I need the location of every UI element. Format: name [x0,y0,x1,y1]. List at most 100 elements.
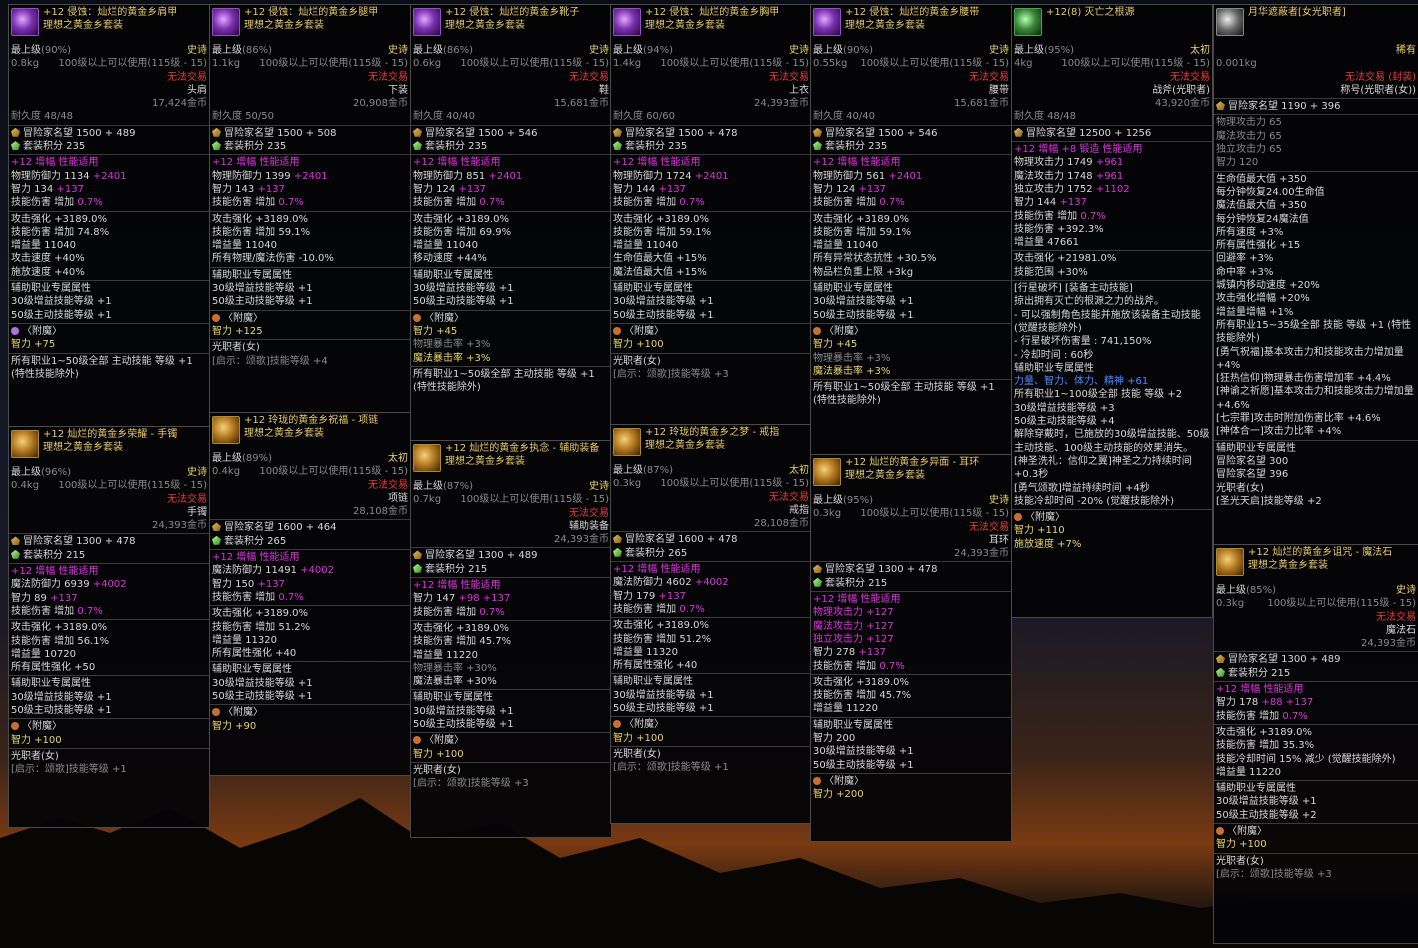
set-points-value: 套装积分 235 [224,141,287,153]
footer-line: 光职者(女) [212,342,260,354]
divider [811,379,1011,381]
item-tooltip[interactable]: +12 侵蚀：灿烂的黄金乡腿甲 理想之黄金乡套装 最上级(86%) 史诗 1.1kg 10… [209,4,411,414]
attribute-text: 独立攻击力 1752 [1014,183,1096,195]
weight-row: 0.4kg 100级以上可以使用(115级 - 15) [210,465,410,478]
title-icon[interactable] [1216,8,1244,36]
aux-line: 30级增益技能等级 +1 [613,296,714,308]
enchant-line: 魔法暴击率 +3% [413,352,491,364]
fame-crest-icon [413,550,422,560]
stat-line: 增益量 11040 [11,240,76,252]
fame-crest-icon [813,564,822,574]
attribute-text: +12 增幅 性能适用 [413,580,501,592]
attribute-text: +12 增幅 性能适用 [813,594,901,606]
slot-type: 戒指 [789,504,809,516]
divider [1214,114,1418,116]
divider [9,154,209,156]
weight-row: 0.3kg 100级以上可以使用(115级 - 15) [811,507,1011,520]
divider [811,124,1011,126]
grade-group: 最上级(94%) [613,44,673,57]
attribute-bonus: 0.7% [879,197,905,209]
stat-line: 所有属性强化 +40 [212,648,297,660]
fame-crest-icon [212,127,221,137]
attribute-bonus: 0.7% [479,197,505,209]
attribute-line: 魔法攻击力 +127 [811,620,1011,633]
trade-restriction: 无法交易 [368,71,408,83]
aux-line: 所有职业1~100级全部 技能 等级 +2 [1014,389,1183,401]
aux-header: 辅助职业专属属性 [11,283,91,295]
enchant-orb-icon [613,326,621,335]
item-tooltip[interactable]: +12 灿烂的黄金乡异面 - 耳环 理想之黄金乡套装 最上级(95%) 史诗 0.3kg… [810,454,1012,842]
fame-line: 冒险家名望 1600 + 478 [611,533,811,546]
set-name: 理想之黄金乡套装 [244,428,324,440]
attribute-bonus: +98 +137 [458,593,511,605]
attribute-bonus: +2401 [92,170,127,182]
enchant-header: 〈附魔〉 [9,720,209,733]
enchant-line: 魔法暴击率 +3% [813,365,891,377]
purple-belt-icon[interactable] [813,8,841,36]
green-weapon-icon[interactable] [1014,8,1042,36]
divider [411,154,611,156]
price-row: 24,393金币 [611,97,811,110]
weight-row: 0.4kg 100级以上可以使用(115级 - 15) [9,479,209,492]
item-tooltip[interactable]: +12 灿烂的黄金乡执念 - 辅助装备 理想之黄金乡套装 最上级(87%) 史诗 0.7… [410,440,612,838]
slot-type: 辅助装备 [569,520,609,532]
attribute-bonus: +137 [858,183,886,195]
slot-row: 称号(光职者(女)) [1214,84,1418,97]
item-tooltip[interactable]: +12 侵蚀：灿烂的黄金乡肩甲 理想之黄金乡套装 最上级(90%) 史诗 0.8kg 10… [8,4,210,428]
item-tooltip[interactable]: +12 侵蚀：灿烂的黄金乡胸甲 理想之黄金乡套装 最上级(94%) 史诗 1.4kg 10… [610,4,812,426]
grade-row: 最上级(85%) 史诗 [1214,584,1418,597]
grade-percent: (90%) [41,45,72,56]
grade-row: 最上级(90%) 史诗 [9,44,209,57]
aux-line: 50级主动技能等级 +1 [11,705,112,717]
aux-line: 冒险家名望 396 [1216,469,1289,481]
stat-line: 增益量 11220 [1216,766,1281,778]
set-points-value: 套装积分 215 [1228,667,1291,679]
aux-line: [圣光天启]技能等级 +2 [1216,495,1322,507]
item-tooltip[interactable]: +12(8) 灭亡之根源 最上级(95%) 太初 4kg 100级以上可以使用(115级… [1011,4,1213,618]
purple-shoulder-icon[interactable] [11,8,39,36]
purple-boots-icon[interactable] [413,8,441,36]
divider [210,339,410,341]
golden-bracelet-icon[interactable] [11,430,39,458]
item-tooltip[interactable]: +12 灿烂的黄金乡诅咒 - 魔法石 理想之黄金乡套装 最上级(85%) 史诗 0.3k… [1213,544,1418,944]
rarity-label: 太初 [789,465,809,476]
attribute-text: 智力 120 [1216,157,1259,169]
item-tooltip[interactable]: +12 玲珑的黄金乡祝福 - 项链 理想之黄金乡套装 最上级(89%) 太初 0.4kg… [209,412,411,776]
price-row: 24,393金币 [1214,637,1418,650]
slot-row: 上衣 [611,84,811,97]
divider [811,673,1011,675]
item-tooltip[interactable]: +12 灿烂的黄金乡荣耀 - 手镯 理想之黄金乡套装 最上级(96%) 史诗 0.4kg… [8,426,210,828]
item-tooltip[interactable]: +12 玲珑的黄金乡之梦 - 戒指 理想之黄金乡套装 最上级(87%) 太初 0.3kg… [610,424,812,824]
purple-chest-icon[interactable] [613,8,641,36]
divider [611,280,811,282]
attribute-bonus: 0.7% [879,660,905,672]
grade-group: 最上级(87%) [413,480,473,493]
gold-relic-icon[interactable] [413,444,441,472]
gold-necklace-icon[interactable] [212,416,240,444]
grade-percent: (90%) [843,45,874,56]
item-tooltip[interactable]: +12 侵蚀：灿烂的黄金乡腰带 理想之黄金乡套装 最上级(90%) 史诗 0.55kg 1… [810,4,1012,456]
enchant-header: 〈附魔〉 [411,312,611,325]
rarity-label: 史诗 [589,45,609,56]
set-points-value: 套装积分 215 [23,549,86,561]
trade-row: 无法交易 [611,71,811,84]
stat-line: 攻击强化 +3189.0% [613,213,710,225]
item-tooltip[interactable]: +12 侵蚀：灿烂的黄金乡靴子 理想之黄金乡套装 最上级(86%) 史诗 0.6kg 10… [410,4,612,442]
attribute-bonus: +88 +137 [1261,697,1314,709]
purple-pants-icon[interactable] [212,8,240,36]
divider [1214,439,1418,441]
enchant-header: 〈附魔〉 [811,325,1011,338]
grade-label: 最上级 [413,481,443,492]
rarity-label: 史诗 [1396,585,1416,596]
set-points-icon [413,563,422,573]
divider [811,591,1011,593]
gold-magic-stone-icon[interactable] [1216,548,1244,576]
item-title-block: +12 侵蚀：灿烂的黄金乡腿甲 理想之黄金乡套装 [244,6,408,33]
gold-ring-icon[interactable] [613,428,641,456]
item-tooltip[interactable]: 月华遮蔽者[女光职者] 稀有 0.001kg 无法交易 (封装) 称号(光职者(女)) 冒… [1213,4,1418,546]
gold-earring-icon[interactable] [813,458,841,486]
item-name: +12 玲珑的黄金乡祝福 - 项链 [244,415,379,426]
fame-value: 冒险家名望 1300 + 478 [23,536,136,548]
stat-line: 增益量 11040 [212,240,277,252]
grade-group: 最上级(90%) [813,44,873,57]
